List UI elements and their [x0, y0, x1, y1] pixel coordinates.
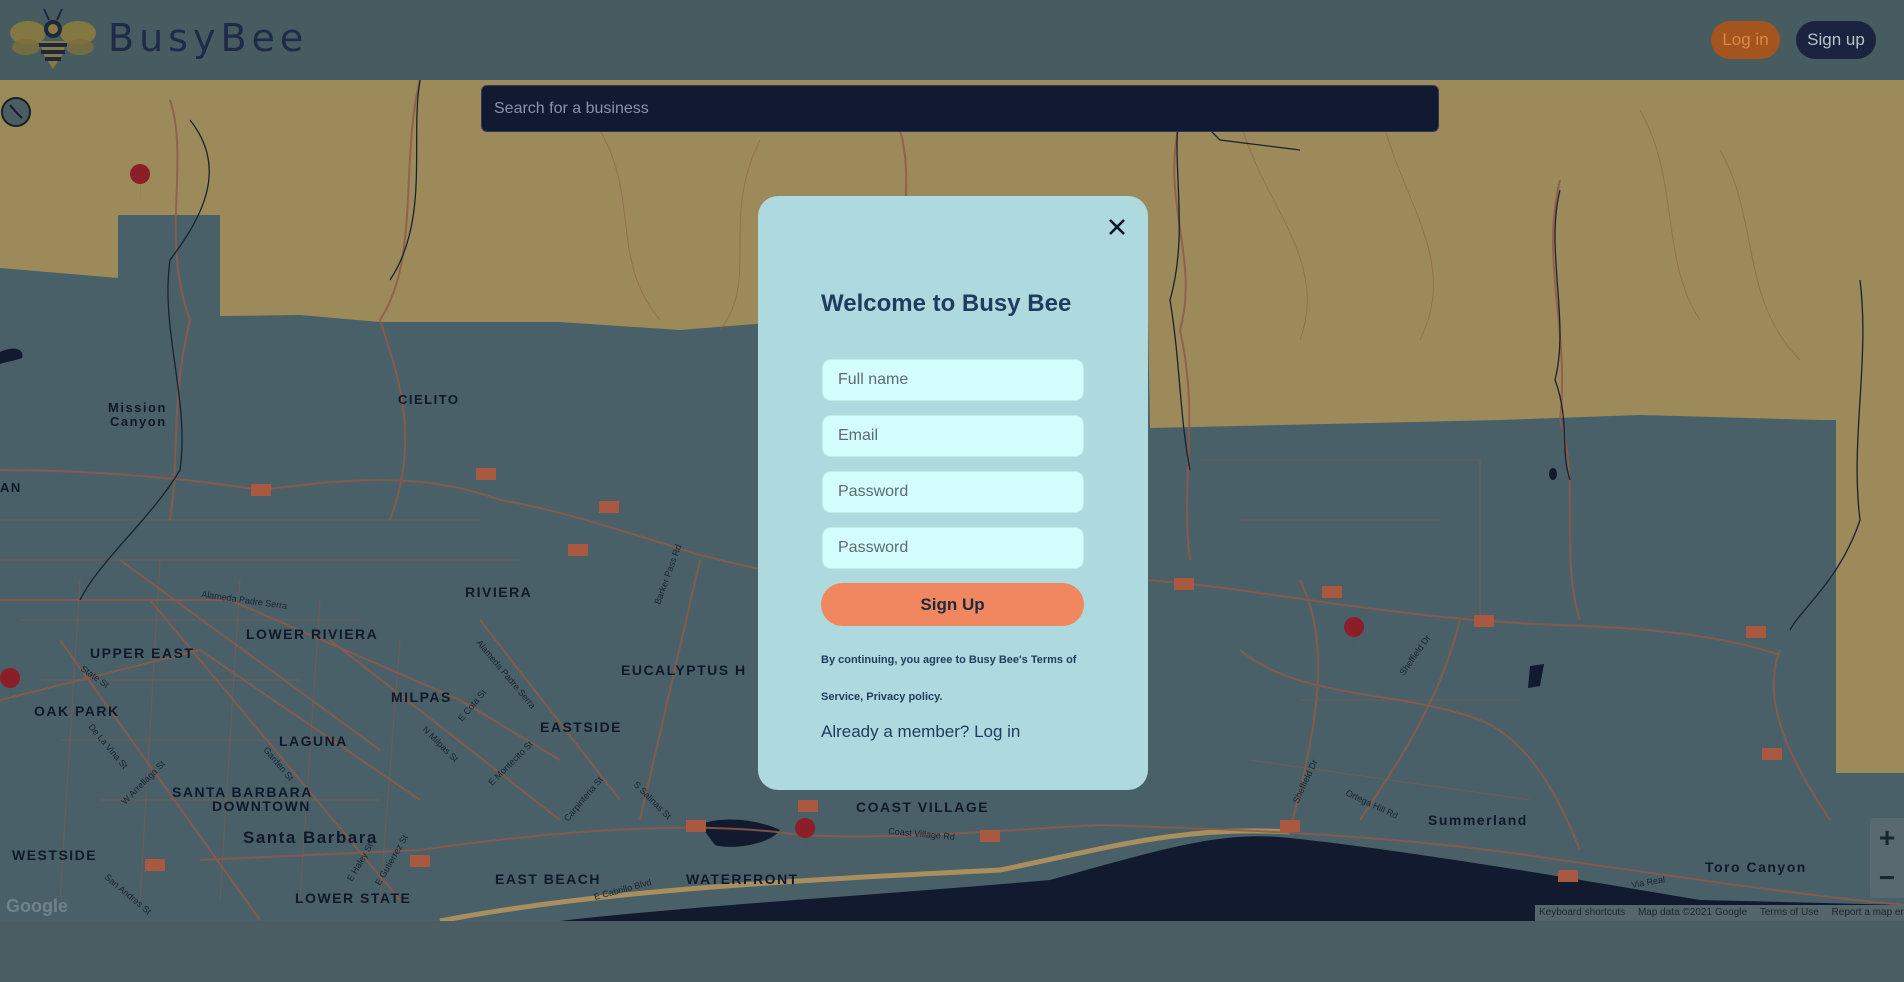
terms-line-2: Service, Privacy policy. [821, 691, 943, 703]
full-name-field[interactable]: Full name [822, 359, 1084, 401]
search-input[interactable]: Search for a business [481, 85, 1439, 132]
map-data-text: Map data ©2021 Google [1637, 907, 1748, 918]
map-label-sb-downtown-2: DOWNTOWN [212, 798, 311, 814]
terms-line-1: By continuing, you agree to Busy Bee's T… [821, 654, 1077, 666]
map-label-coast-village: COAST VILLAGE [856, 799, 989, 815]
street-label: S Salinas St [632, 779, 674, 821]
street-label: State St [79, 663, 111, 690]
keyboard-shortcuts-link[interactable]: Keyboard shortcuts [1539, 907, 1625, 918]
modal-title: Welcome to Busy Bee [821, 290, 1072, 317]
street-label: Coast Village Rd [888, 826, 955, 842]
map-label-riviera: RIVIERA [465, 584, 532, 600]
street-label: E Cota St [456, 687, 489, 723]
zoom-out-button[interactable]: − [1870, 858, 1904, 898]
street-label: Alameda Padre Serra [201, 589, 288, 611]
map-label-oak-park: OAK PARK [34, 703, 120, 719]
street-label: E Haley St [345, 841, 375, 883]
street-label: E Cabrillo Blvd [593, 877, 653, 902]
terms-text: By continuing, you agree to Busy Bee's T… [821, 642, 1096, 716]
password-field[interactable]: Password [822, 471, 1084, 513]
street-label: Sheffield Dr [1397, 633, 1432, 677]
street-label: Carpinteria St [562, 774, 605, 823]
footer-band [0, 921, 1904, 982]
login-button[interactable]: Log in [1711, 21, 1780, 59]
close-icon[interactable] [1106, 216, 1128, 238]
street-label: E Gutierrez St [373, 833, 410, 887]
brand-name: BusyBee [108, 16, 309, 60]
street-label: Barker Pass Rd [652, 543, 683, 606]
zoom-control: + − [1870, 818, 1904, 898]
street-label: E Montecito St [486, 739, 535, 788]
map-label-santa-barbara: Santa Barbara [243, 828, 378, 847]
signup-button[interactable]: Sign up [1796, 21, 1876, 59]
map-label-toro-canyon: Toro Canyon [1705, 859, 1807, 875]
map-label-milpas: MILPAS [391, 689, 452, 705]
map-label-lower-riviera: LOWER RIVIERA [246, 626, 378, 642]
bee-logo-icon [10, 8, 96, 69]
street-label: N Milpas St [421, 724, 461, 764]
zoom-in-button[interactable]: + [1870, 818, 1904, 858]
map-attribution: Keyboard shortcuts Map data ©2021 Google… [1535, 905, 1904, 921]
confirm-password-field[interactable]: Password [822, 527, 1084, 569]
header: BusyBee Log in Sign up [0, 0, 1904, 80]
street-label: Garden St [261, 745, 295, 783]
compass-icon[interactable] [0, 96, 32, 128]
report-map-error-link[interactable]: Report a map error [1832, 907, 1904, 918]
email-field[interactable]: Email [822, 415, 1084, 457]
submit-signup-button[interactable]: Sign Up [821, 583, 1084, 626]
signup-modal: Welcome to Busy Bee Full name Email Pass… [758, 196, 1148, 790]
street-label: Via Real [1631, 874, 1666, 890]
map-label-summerland: Summerland [1428, 812, 1528, 828]
map-label-an: AN [0, 480, 22, 495]
map-label-lower-state: LOWER STATE [295, 890, 411, 906]
map-label-east-beach: EAST BEACH [495, 871, 601, 887]
map-label-waterfront: WATERFRONT [686, 871, 799, 887]
street-label: Ortega Hill Rd [1344, 788, 1399, 821]
map-label-laguna: LAGUNA [279, 733, 348, 749]
login-link[interactable]: Already a member? Log in [821, 722, 1020, 742]
map-label-westside: WESTSIDE [12, 847, 97, 863]
map-label-eastside: EASTSIDE [540, 719, 622, 735]
street-label: San Andres St [103, 872, 154, 917]
terms-of-use-link[interactable]: Terms of Use [1760, 907, 1819, 918]
map-label-mission-canyon: Mission [108, 400, 167, 415]
map-label-mission-canyon-2: Canyon [110, 414, 167, 429]
map-label-upper-east: UPPER EAST [90, 645, 194, 661]
street-label: Alameda Padre Serra [474, 638, 537, 711]
google-logo: Google [6, 896, 68, 916]
map-label-cielito: CIELITO [398, 392, 460, 407]
map-label-eucalyptus-hill: EUCALYPTUS H [621, 662, 747, 678]
